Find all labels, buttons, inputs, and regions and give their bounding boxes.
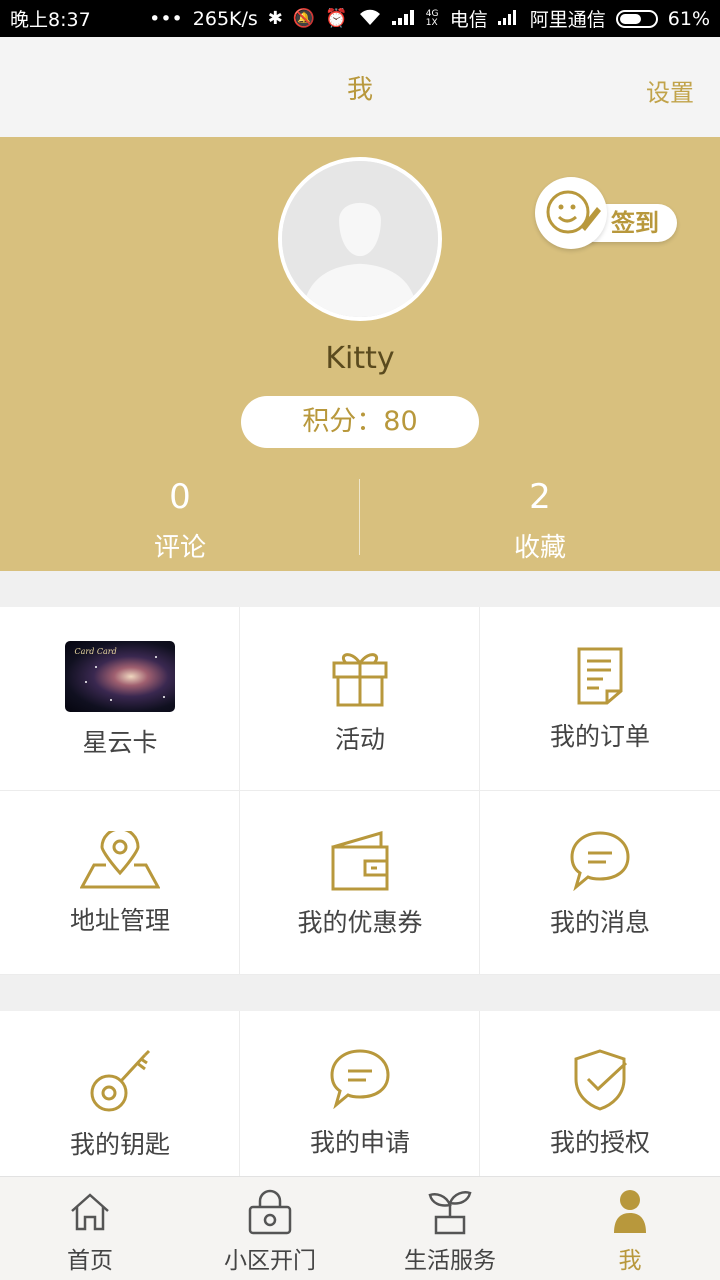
grid-item-label: 我的优惠券 [297,908,423,937]
avatar[interactable] [278,157,442,321]
nav-item-home[interactable]: 首页 [0,1177,180,1280]
status-dots: ••• [149,7,183,30]
grid-item-my-applications[interactable]: 我的申请 [240,1011,480,1176]
grid-item-my-keys[interactable]: 我的钥匙 [0,1011,240,1176]
points-badge[interactable]: 积分：80 [241,396,479,448]
battery-icon [615,9,658,28]
username: Kitty [325,341,395,376]
home-icon [68,1189,112,1237]
carrier-1: 电信 [449,9,488,31]
grid-item-label: 我的申请 [309,1128,410,1157]
status-time: 晚上8:37 [10,9,91,31]
nav-item-life-services[interactable]: 生活服务 [360,1177,540,1280]
settings-button[interactable]: 设置 [646,73,694,108]
mute-icon: 🔕 [292,7,316,29]
shield-check-icon [570,1047,630,1117]
nav-label: 我 [618,1248,642,1274]
key-icon [89,1047,151,1117]
bottom-nav: 首页 小区开门 生活服务 我 [0,1176,720,1280]
grid-item-label: 星云卡 [82,728,158,757]
lock-icon [247,1189,293,1239]
stat-label: 评论 [153,533,206,563]
order-document-icon [575,645,625,711]
grid-item-my-authorization[interactable]: 我的授权 [480,1011,720,1176]
map-pin-icon [78,827,161,895]
default-avatar-icon [282,161,438,317]
grid-item-my-orders[interactable]: 我的订单 [480,607,720,791]
stat-comments[interactable]: 0 评论 [0,477,360,564]
bluetooth-icon: ✱ [267,7,283,29]
wifi-icon [358,8,382,30]
page-header: 我 设置 [0,37,720,137]
gift-icon [330,645,390,713]
chat-bubble-icon [328,1047,392,1113]
grid-item-coupons[interactable]: 我的优惠券 [240,791,480,975]
nebula-card-image: Card Card [64,641,175,712]
nav-label: 小区开门 [224,1248,316,1274]
checkin-button[interactable]: 签到 [535,177,680,249]
plant-icon [426,1189,474,1239]
grid-item-label: 活动 [334,725,385,754]
nav-item-open-door[interactable]: 小区开门 [180,1177,360,1280]
nav-label: 生活服务 [404,1248,496,1274]
status-bar: 晚上8:37 ••• 265K/s ✱ 🔕 ⏰ 4G 1X 电信 阿里通信 61… [0,0,720,37]
wallet-icon [329,829,391,897]
grid-item-label: 我的订单 [549,722,650,751]
chat-bubble-icon [568,829,632,895]
alarm-icon: ⏰ [325,7,348,29]
page-title: 我 [346,74,373,105]
signal-icon [391,9,416,29]
stat-favorites[interactable]: 2 收藏 [360,477,720,564]
network-tag: 4G 1X [425,8,439,28]
grid-item-label: 我的授权 [549,1128,650,1157]
signal-icon-2 [497,9,520,29]
status-speed: 265K/s [192,7,258,30]
feature-grid-1: Card Card 星云卡 活动 我的订单 地址管理 我的优惠券 我的消息 [0,607,720,975]
grid-item-nebula-card[interactable]: Card Card 星云卡 [0,607,240,791]
stat-value: 2 [529,477,551,517]
person-icon [612,1189,648,1237]
grid-item-messages[interactable]: 我的消息 [480,791,720,975]
grid-item-label: 我的钥匙 [69,1130,170,1159]
grid-item-activity[interactable]: 活动 [240,607,480,791]
grid-item-address[interactable]: 地址管理 [0,791,240,975]
feature-grid-2: 我的钥匙 我的申请 我的授权 [0,1011,720,1176]
profile-panel: 签到 Kitty 积分：80 0 评论 2 收藏 [0,137,720,571]
nav-label: 首页 [67,1248,113,1274]
stat-label: 收藏 [513,533,566,563]
carrier-2: 阿里通信 [529,9,606,31]
grid-item-label: 我的消息 [549,908,650,937]
grid-item-label: 地址管理 [69,906,170,935]
stat-value: 0 [169,477,191,517]
battery-percent: 61% [667,7,710,30]
smile-edit-icon [535,177,607,249]
nav-item-me[interactable]: 我 [540,1177,720,1280]
